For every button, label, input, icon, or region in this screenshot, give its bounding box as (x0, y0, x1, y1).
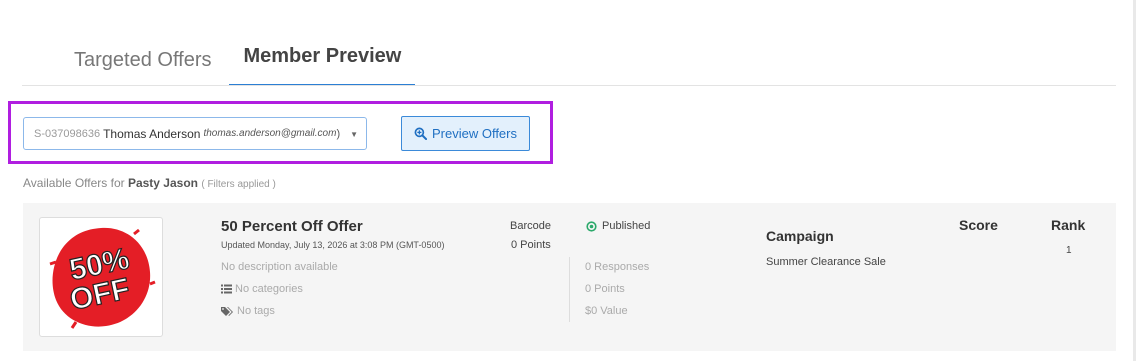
available-member-name: Pasty Jason (127, 176, 198, 190)
published-status-icon (586, 220, 597, 232)
member-name: Thomas Anderson (103, 126, 201, 141)
member-suffix: ) (336, 127, 341, 140)
offer-barcode: Barcode (510, 220, 551, 232)
offer-responses: 0 Responses (585, 261, 650, 273)
offer-tags-label: No tags (237, 305, 275, 317)
offer-status-label: Published (602, 220, 651, 232)
chevron-down-icon[interactable]: ▼ (350, 130, 358, 139)
offer-points: 0 Points (511, 239, 551, 251)
offer-categories: No categories (221, 283, 303, 295)
available-offers-heading: Available Offers for Pasty Jason ( Filte… (23, 176, 276, 190)
preview-offers-label: Preview Offers (431, 126, 517, 141)
offer-updated: Updated Monday, July 13, 2026 at 3:08 PM… (221, 240, 445, 250)
member-id: S-037098636 (34, 127, 101, 140)
rank-value: 1 (1066, 245, 1072, 256)
offer-value: $0 Value (585, 305, 628, 317)
offer-description: No description available (221, 261, 338, 273)
campaign-heading: Campaign (766, 228, 834, 244)
offer-status: Published (586, 220, 650, 232)
zoom-in-icon (414, 127, 427, 140)
score-heading: Score (959, 217, 998, 233)
list-icon (221, 284, 232, 294)
filters-applied-note: ( Filters applied ) (201, 179, 276, 190)
offer-badge-image: 50% OFF (49, 227, 156, 329)
offer-tags: No tags (221, 305, 275, 317)
campaign-name: Summer Clearance Sale (766, 256, 886, 268)
tab-targeted-offers[interactable]: Targeted Offers (50, 30, 229, 86)
offer-image: 50% OFF (39, 217, 163, 337)
rank-heading: Rank (1051, 217, 1086, 233)
tab-member-preview[interactable]: Member Preview (229, 30, 416, 86)
offer-categories-label: No categories (235, 283, 303, 295)
member-email: thomas.anderson@gmail.com (203, 128, 337, 139)
preview-offers-button[interactable]: Preview Offers (401, 116, 530, 151)
tab-divider (22, 85, 1116, 86)
available-prefix: Available Offers for (23, 176, 125, 190)
offer-card[interactable]: 50% OFF 50 Percent Off Offer Updated Mon… (23, 203, 1116, 351)
tab-bar: Targeted Offers Member Preview (50, 30, 416, 86)
tags-icon (221, 306, 233, 316)
offer-divider (569, 257, 570, 322)
offer-title[interactable]: 50 Percent Off Offer (221, 218, 363, 235)
offer-option-points: 0 Points (585, 283, 625, 295)
member-select[interactable]: S-037098636 Thomas Anderson thomas.ander… (23, 117, 367, 150)
